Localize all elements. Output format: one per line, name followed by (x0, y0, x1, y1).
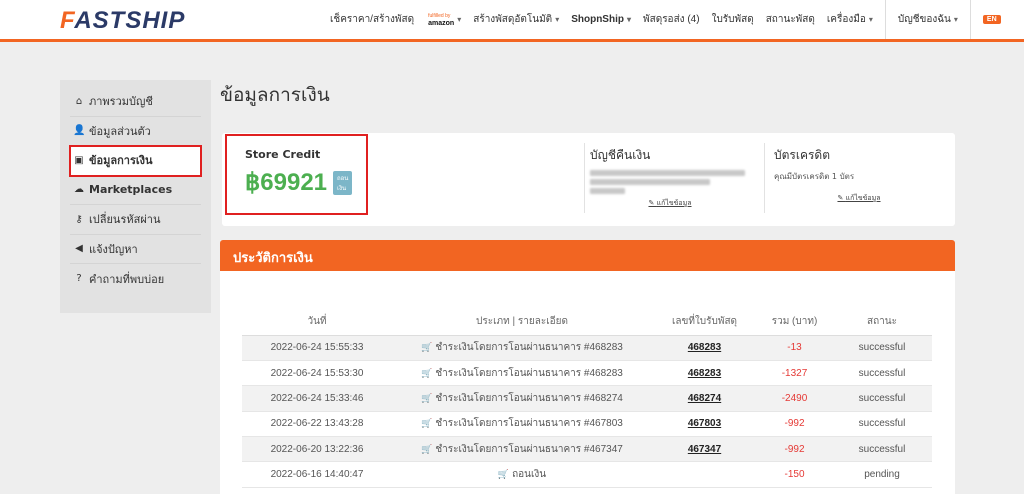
cart-icon: 🛒 (421, 342, 433, 353)
status-label: successful (832, 411, 932, 438)
main-nav: เช็คราคา/สร้างพัสดุ fulfilled by amazon … (330, 0, 1001, 39)
nav-divider (884, 0, 886, 39)
status-label: successful (832, 385, 932, 412)
status-label: successful (832, 436, 932, 463)
nav-pending-parcels[interactable]: พัสดุรอส่ง (4) (643, 12, 700, 27)
column-date: วันที่ (242, 309, 392, 336)
language-switch-button[interactable]: EN (982, 15, 1001, 24)
nav-divider (969, 0, 971, 39)
cloud-icon: ☁ (74, 184, 84, 196)
tracking-link[interactable]: 468283 (652, 360, 757, 387)
money-icon: ▣ (74, 154, 84, 166)
tracking-link[interactable]: 468283 (652, 335, 757, 361)
nav-shopnship[interactable]: ShopnShip ▾ (571, 14, 631, 25)
withdraw-button[interactable]: ถอนเงิน (333, 170, 353, 195)
finance-history-table: วันที่ ประเภท | รายละเอียด เลขที่ใบรับพั… (242, 309, 932, 488)
nav-check-price[interactable]: เช็คราคา/สร้างพัสดุ (330, 12, 414, 27)
sidebar-item-overview[interactable]: ⌂ ภาพรวมบัญชี (70, 87, 201, 117)
chevron-down-icon: ▾ (953, 15, 958, 24)
finance-history-panel: วันที่ ประเภท | รายละเอียด เลขที่ใบรับพั… (220, 271, 955, 494)
sidebar-item-profile[interactable]: 👤 ข้อมูลส่วนตัว (70, 117, 201, 146)
finance-summary-card: Store Credit ฿69921 ถอนเงิน บัญชีคืนเงิน… (222, 133, 955, 226)
chevron-down-icon: ▾ (555, 15, 560, 24)
amazon-logo: fulfilled by amazon (428, 12, 455, 27)
tracking-link[interactable]: 468274 (652, 385, 757, 412)
sidebar-item-change-password[interactable]: ⚷ เปลี่ยนรหัสผ่าน (70, 205, 201, 235)
cart-icon: 🛒 (421, 367, 433, 378)
credit-card-count: คุณมีบัตรเครดิต 1 บัตร (774, 172, 855, 181)
chevron-down-icon: ▾ (457, 15, 462, 24)
status-label: successful (832, 335, 932, 361)
table-header-row: วันที่ ประเภท | รายละเอียด เลขที่ใบรับพั… (242, 309, 932, 336)
cart-icon: 🛒 (421, 418, 433, 429)
divider (764, 143, 765, 213)
column-status: สถานะ (832, 309, 932, 336)
store-credit-box: Store Credit ฿69921 ถอนเงิน (225, 134, 368, 215)
sidebar-item-report-issue[interactable]: ◀ แจ้งปัญหา (70, 235, 201, 264)
sidebar-item-faq[interactable]: ? คำถามที่พบบ่อย (70, 264, 201, 294)
bullhorn-icon: ◀ (75, 243, 83, 255)
table-row: 2022-06-16 14:40:47 🛒 ถอนเงิน -150 pendin… (242, 461, 932, 488)
table-row: 2022-06-24 15:33:46 🛒 ชำระเงินโดยการโอนผ่… (242, 385, 932, 412)
divider (584, 143, 585, 213)
tracking-link[interactable] (652, 461, 757, 488)
table-row: 2022-06-24 15:53:30 🛒 ชำระเงินโดยการโอนผ่… (242, 360, 932, 387)
column-detail: ประเภท | รายละเอียด (392, 309, 652, 336)
tracking-link[interactable]: 467347 (652, 436, 757, 463)
sidebar-item-marketplaces[interactable]: ☁ Marketplaces (70, 176, 201, 205)
status-label: pending (832, 461, 932, 488)
fastship-logo[interactable]: FASTSHIP (60, 7, 185, 35)
column-tracking: เลขที่ใบรับพัสดุ (652, 309, 757, 336)
nav-fulfilled-by-amazon[interactable]: fulfilled by amazon ▾ (426, 13, 461, 27)
chevron-down-icon: ▾ (868, 15, 873, 24)
refund-account-section: บัญชีคืนเงิน ✎ แก้ไขข้อมูล (590, 146, 750, 209)
key-icon: ⚷ (75, 213, 83, 225)
edit-bank-link[interactable]: ✎ แก้ไขข้อมูล (590, 198, 750, 209)
account-sidebar: ⌂ ภาพรวมบัญชี 👤 ข้อมูลส่วนตัว ▣ ข้อมูลการเง… (60, 80, 211, 313)
nav-parcel-status[interactable]: สถานะพัสดุ (766, 12, 815, 27)
cart-icon: 🛒 (421, 443, 433, 454)
nav-tools[interactable]: เครื่องมือ ▾ (827, 12, 873, 27)
column-total: รวม (บาท) (757, 309, 832, 336)
blurred-account-info (590, 170, 750, 194)
store-credit-title: Store Credit (245, 148, 321, 161)
chevron-down-icon: ▾ (626, 15, 631, 24)
table-row: 2022-06-24 15:55:33 🛒 ชำระเงินโดยการโอนผ่… (242, 335, 932, 361)
tracking-link[interactable]: 467803 (652, 411, 757, 438)
home-icon: ⌂ (75, 95, 83, 107)
store-credit-amount: ฿69921 (245, 169, 328, 196)
user-icon: 👤 (73, 125, 86, 137)
credit-card-title: บัตรเครดิต (774, 148, 831, 162)
finance-history-header: ประวัติการเงิน (220, 240, 955, 271)
table-row: 2022-06-22 13:43:28 🛒 ชำระเงินโดยการโอนผ่… (242, 411, 932, 438)
nav-auto-create[interactable]: สร้างพัสดุอัตโนมัติ ▾ (473, 12, 559, 27)
sidebar-item-finance[interactable]: ▣ ข้อมูลการเงิน (69, 145, 202, 177)
top-navbar: FASTSHIP เช็คราคา/สร้างพัสดุ fulfilled b… (0, 0, 1024, 42)
table-row: 2022-06-20 13:22:36 🛒 ชำระเงินโดยการโอนผ่… (242, 436, 932, 463)
cart-icon: 🛒 (497, 469, 510, 480)
credit-card-section: บัตรเครดิต คุณมีบัตรเครดิต 1 บัตร ✎ แก้ไ… (774, 146, 944, 204)
nav-my-account[interactable]: บัญชีของฉัน ▾ (898, 12, 958, 27)
status-label: successful (832, 360, 932, 387)
page-title: ข้อมูลการเงิน (220, 84, 330, 106)
nav-receipts[interactable]: ใบรับพัสดุ (712, 12, 754, 27)
cart-icon: 🛒 (421, 392, 433, 403)
refund-account-title: บัญชีคืนเงิน (590, 148, 651, 162)
edit-credit-card-link[interactable]: ✎ แก้ไขข้อมูล (774, 193, 944, 204)
question-icon: ? (76, 273, 82, 285)
